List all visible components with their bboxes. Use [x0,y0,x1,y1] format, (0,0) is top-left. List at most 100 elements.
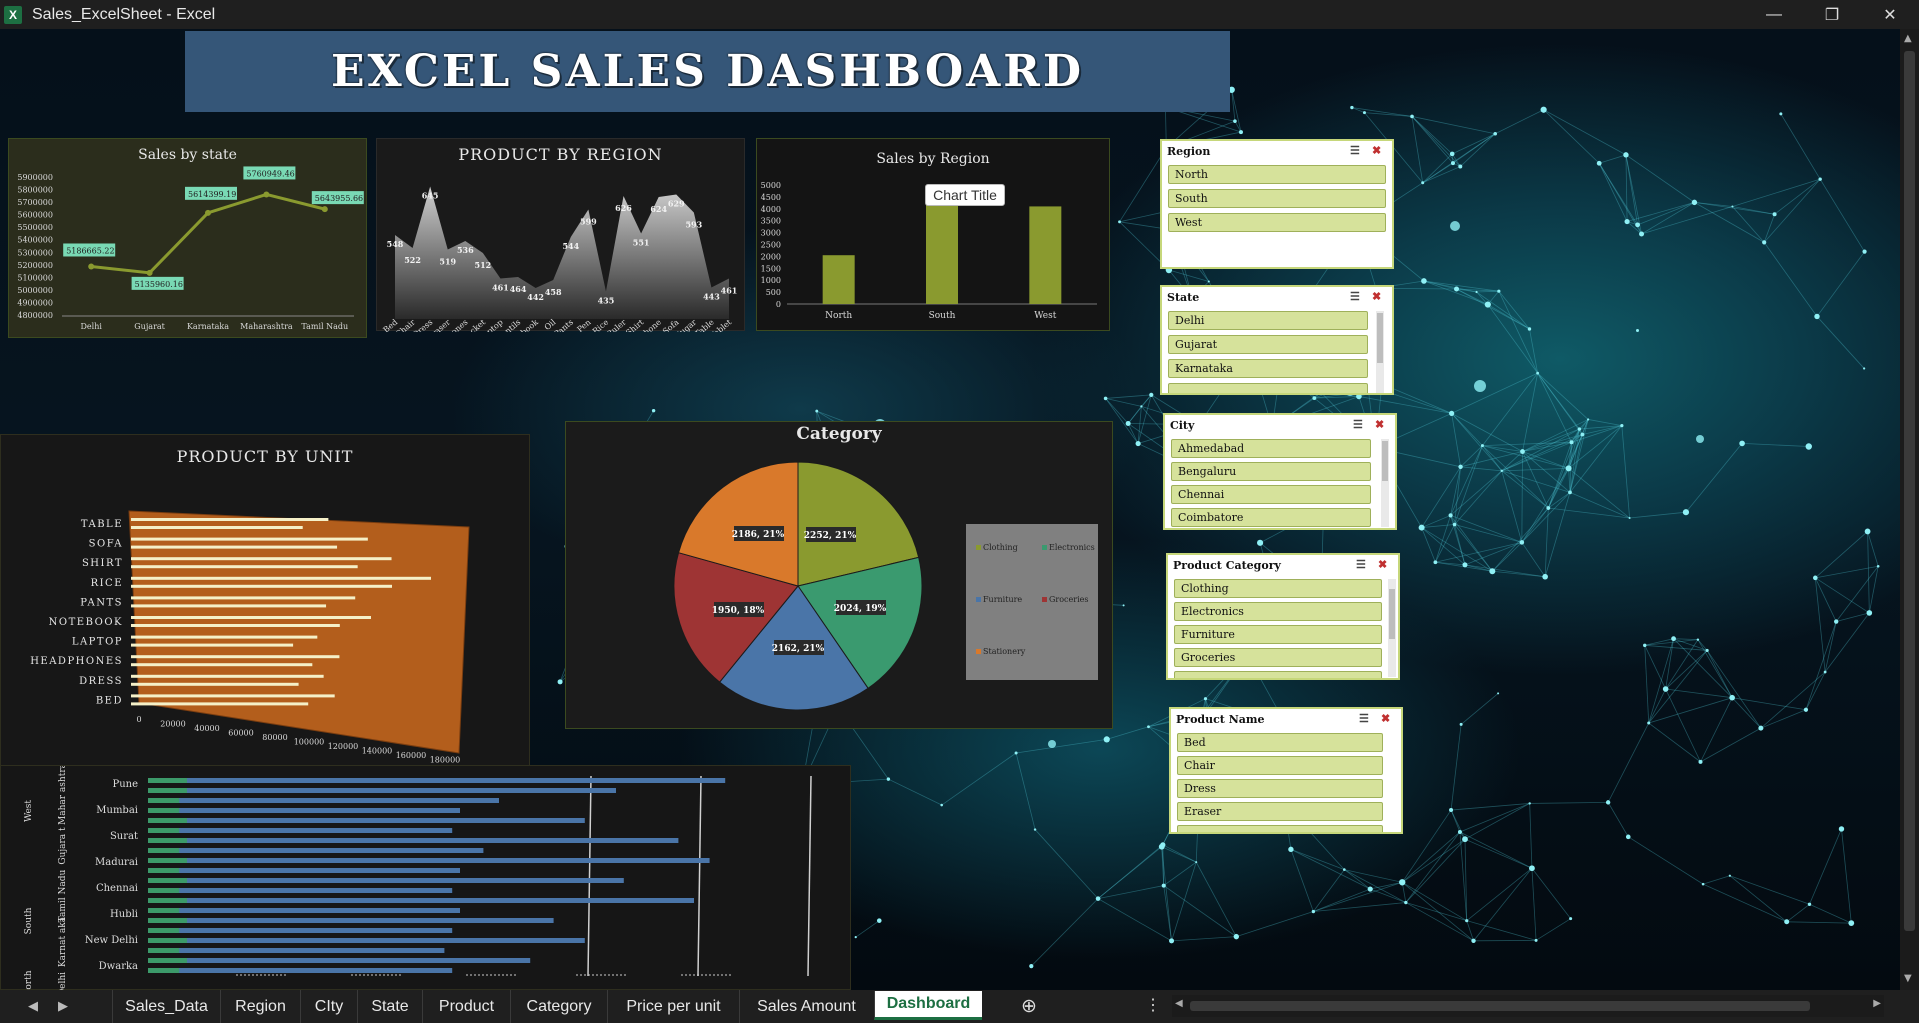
tab-product[interactable]: Product [422,990,510,1023]
tab-state[interactable]: State [357,990,422,1023]
x-tick-label: 140000 [362,747,393,756]
tab-sales-amount[interactable]: Sales Amount [739,990,873,1023]
legend-label: Stationery [983,647,1026,656]
scroll-thumb[interactable] [1904,51,1915,931]
region-label: North [24,970,34,990]
slicer-item[interactable]: Dress [1177,779,1383,798]
y-tick-label: 5400000 [17,236,53,245]
bar [131,682,299,686]
slicer-scrollbar[interactable] [1376,311,1384,393]
scroll-left-icon[interactable]: ◀ [1175,998,1183,1009]
slicer-item[interactable]: Ahmedabad [1171,439,1371,458]
city-label: Dwarka [99,961,138,972]
multi-select-icon[interactable]: ☰ [1350,144,1360,157]
slicer-item[interactable]: Eraser [1177,802,1383,821]
x-tick-label: Gujarat [134,322,165,331]
city-sales-bar-chart[interactable]: Pune Mumbai Surat Madurai Chennai Hubli New De… [0,765,851,990]
restore-button[interactable]: ❐ [1803,0,1861,29]
horizontal-scrollbar[interactable]: ◀ ▶ [1172,995,1884,1017]
close-button[interactable]: ✕ [1861,0,1919,29]
data-label: 5135960.16 [135,280,183,289]
slicer-item[interactable]: Groceries [1174,648,1382,667]
slicer-item[interactable]: Bengaluru [1171,462,1371,481]
scroll-thumb[interactable] [1190,1001,1810,1011]
y-tick-label: TABLE [81,519,123,530]
data-label: 629 [668,199,685,209]
bar-segment [148,868,180,873]
city-slicer[interactable]: City ☰ ✖ Ahmedabad Bengaluru Chennai Coi… [1163,413,1397,530]
vertical-scrollbar[interactable]: ▲ ▼ [1900,29,1919,990]
slicer-item[interactable]: Clothing [1174,579,1382,598]
slicer-item[interactable]: South [1168,189,1386,208]
sales-by-state-chart[interactable]: Sales by state 5900000 5800000 5700000 5600… [8,138,367,338]
tab-category[interactable]: Category [510,990,607,1023]
multi-select-icon[interactable]: ☰ [1353,418,1363,431]
region-slicer[interactable]: Region ☰ ✖ North South West [1160,139,1394,269]
slicer-item-partial[interactable] [1168,383,1368,393]
tab-dashboard[interactable]: Dashboard [874,991,982,1020]
multi-select-icon[interactable]: ☰ [1359,712,1369,725]
scroll-down-icon[interactable]: ▼ [1904,973,1912,984]
clear-filter-icon[interactable]: ✖ [1381,712,1390,725]
tab-sales-data[interactable]: Sales_Data [112,990,220,1023]
state-label: Tamil Nadu [58,869,68,922]
bar [148,818,585,823]
slicer-item[interactable]: Coimbatore [1171,508,1371,527]
product-by-region-chart[interactable]: PRODUCT BY REGION 548 Bed 522 Chair 645 Dress… [376,138,745,332]
slicer-item[interactable]: Bed [1177,733,1383,752]
slicer-item[interactable]: Chair [1177,756,1383,775]
bar [148,858,710,863]
slicer-item[interactable]: Chennai [1171,485,1371,504]
region-label: West [24,800,34,822]
data-point [321,206,328,213]
bar [148,908,460,913]
scroll-right-icon[interactable]: ▶ [1873,998,1881,1009]
slicer-scrollbar[interactable] [1388,579,1396,677]
clear-filter-icon[interactable]: ✖ [1375,418,1384,431]
slicer-item[interactable]: Delhi [1168,311,1368,330]
multi-select-icon[interactable]: ☰ [1356,558,1366,571]
sales-by-region-chart[interactable]: Sales by Region 5000 4500 4000 3500 3000 2500… [756,138,1110,331]
add-sheet-icon[interactable]: ⊕ [1021,995,1037,1018]
scroll-up-icon[interactable]: ▲ [1904,33,1912,44]
clear-filter-icon[interactable]: ✖ [1378,558,1387,571]
product-by-unit-chart[interactable]: PRODUCT BY UNIT TABLE SOFA SHIRT RICE PANTS N… [0,434,530,769]
product-name-slicer[interactable]: Product Name ☰ ✖ Bed Chair Dress Eraser [1169,707,1403,834]
bar [131,624,340,627]
slicer-item-partial[interactable] [1174,671,1382,678]
bar [131,674,324,678]
data-label: 461 [721,286,738,296]
minimize-button[interactable]: — [1745,0,1803,29]
tab-region[interactable]: Region [220,990,300,1023]
tab-city[interactable]: CIty [300,990,357,1023]
bar [131,545,338,549]
slicer-item[interactable]: Furniture [1174,625,1382,644]
more-options-icon[interactable]: ⋮ [1145,995,1161,1015]
next-sheet-icon[interactable]: ▶ [58,998,68,1014]
bar [131,518,329,521]
state-slicer[interactable]: State ☰ ✖ Delhi Gujarat Karnataka [1160,285,1394,395]
slicer-item[interactable]: Electronics [1174,602,1382,621]
slicer-item[interactable]: North [1168,165,1386,184]
clear-filter-icon[interactable]: ✖ [1372,290,1381,303]
slicer-item[interactable]: Gujarat [1168,335,1368,354]
product-category-slicer[interactable]: Product Category ☰ ✖ Clothing Electronic… [1166,553,1400,680]
prev-sheet-icon[interactable]: ◀ [28,998,38,1014]
slicer-item[interactable]: West [1168,213,1386,232]
slicer-scrollbar[interactable] [1381,439,1389,527]
slicer-item[interactable]: Karnataka [1168,359,1368,378]
data-label: 443 [703,292,720,302]
bar-segment [148,858,187,863]
y-tick-label: 0 [776,300,781,309]
slicer-item-partial[interactable] [1177,825,1383,832]
data-label: 464 [510,284,527,294]
data-label: 5614399.19 [188,190,236,199]
y-tick-label: 2500 [761,241,781,250]
x-tick-label: 60000 [228,729,253,738]
multi-select-icon[interactable]: ☰ [1350,290,1360,303]
tab-price-per-unit[interactable]: Price per unit [607,990,739,1023]
x-tick-label: Karnataka [187,322,229,331]
y-tick-label: 5200000 [17,261,53,270]
category-pie-chart[interactable]: Category 2252, 21% 2024, 19% 2162, 21% 1950… [565,421,1113,729]
clear-filter-icon[interactable]: ✖ [1372,144,1381,157]
